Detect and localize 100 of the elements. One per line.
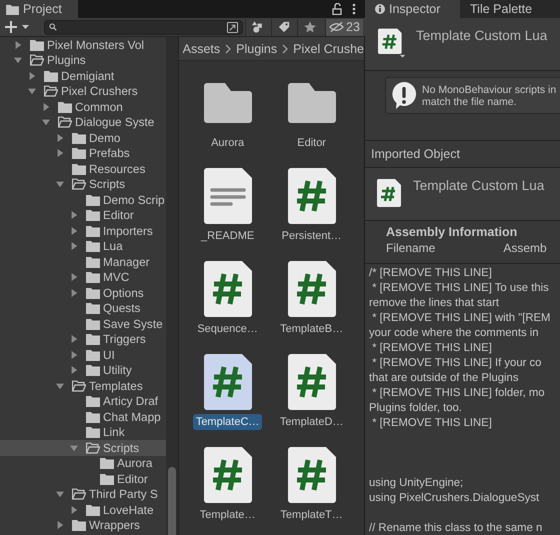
- folder-tree-item[interactable]: Demigiant: [0, 68, 166, 84]
- folder-tree-item[interactable]: Lua: [0, 238, 166, 254]
- asset-name[interactable]: TemplateD…: [276, 414, 346, 430]
- folder-name: Importers: [103, 224, 153, 238]
- tab-label: Inspector: [389, 2, 440, 16]
- folder-tree-item[interactable]: Scripts: [0, 176, 166, 192]
- project-tab[interactable]: Project: [0, 0, 78, 18]
- asset-name[interactable]: Persistent…: [278, 228, 345, 244]
- text-file-icon[interactable]: [204, 168, 252, 224]
- search-field[interactable]: [44, 20, 243, 34]
- folder-icon: [72, 519, 86, 532]
- folder-tree-item[interactable]: Save Syste: [0, 316, 166, 332]
- asset-name[interactable]: Sequence…: [194, 321, 261, 337]
- warning-icon: [391, 82, 417, 110]
- folder-tree-item[interactable]: Resources: [0, 161, 166, 176]
- asset-name[interactable]: Aurora: [208, 135, 248, 151]
- script-file-icon[interactable]: [288, 168, 336, 224]
- folder-name: Editor: [103, 208, 134, 222]
- collapsed-arrow-icon[interactable]: [28, 72, 36, 80]
- folder-icon: [86, 410, 100, 423]
- expanded-arrow-icon[interactable]: [56, 490, 64, 498]
- collapsed-arrow-icon[interactable]: [42, 102, 50, 111]
- folder-tree-item[interactable]: Editor: [0, 208, 166, 223]
- folder-tree-item[interactable]: Third Party S: [0, 486, 166, 502]
- column-header: Assemb: [503, 241, 547, 255]
- scrollbar-thumb[interactable]: [168, 467, 176, 535]
- folder-tree-item[interactable]: Articy Draf: [0, 394, 166, 409]
- folder-icon: [86, 194, 100, 206]
- folder-name: Resources: [89, 162, 146, 176]
- folder-tree-item[interactable]: Manager: [0, 254, 166, 270]
- expanded-arrow-icon[interactable]: [56, 180, 64, 188]
- folder-icon[interactable]: [204, 83, 252, 123]
- asset-name[interactable]: Template…: [196, 507, 258, 523]
- folder-tree-item[interactable]: Common: [0, 99, 166, 114]
- lock-icon[interactable]: [332, 3, 342, 15]
- asset-name[interactable]: TemplateC…: [192, 414, 262, 430]
- folder-icon: [86, 286, 100, 299]
- folder-icon: [86, 318, 100, 330]
- breadcrumb-link[interactable]: Plugins: [236, 42, 278, 56]
- inspector-tab[interactable]: Inspector: [365, 0, 460, 18]
- scrollbar[interactable]: [166, 37, 178, 535]
- folder-tree-item[interactable]: Link: [0, 424, 166, 440]
- folder-name: Prefabs: [89, 146, 130, 160]
- folder-name: Editor: [117, 472, 148, 486]
- script-file-icon[interactable]: [288, 354, 336, 410]
- search-icon: [49, 23, 57, 31]
- folder-tree-item[interactable]: Demo Scrip: [0, 192, 166, 208]
- folder-tree-item[interactable]: LoveHate: [0, 502, 166, 518]
- folder-tree-item[interactable]: Aurora: [0, 456, 166, 471]
- hidden-packages-button[interactable]: 23: [325, 18, 363, 36]
- script-file-icon[interactable]: [288, 261, 336, 317]
- asset-name[interactable]: Editor: [294, 135, 329, 151]
- tag-icon: [278, 21, 290, 33]
- folder-name: Dialogue Syste: [75, 115, 154, 130]
- folder-tree-item[interactable]: Options: [0, 285, 166, 300]
- folder-icon[interactable]: [288, 83, 336, 123]
- collapsed-arrow-icon[interactable]: [14, 40, 22, 49]
- expanded-arrow-icon[interactable]: [70, 444, 78, 452]
- code-text: /* [REMOVE THIS LINE] * [REMOVE THIS LINE] To use this remove the lines that start * [REMOVE THIS LINE] with "[REM your code where the comments in * [REMOVE THIS LINE] * [REMOVE THIS LINE] If your co that are outside of the Plugins * [REMOVE THIS LINE] folder, mo Plugins folder, too. * [REMOVE THIS LINE] using UnityEngine; using PixelCrushers.DialogueSyst // Rename this class to the same n: [369, 266, 552, 535]
- expanded-arrow-icon[interactable]: [56, 382, 64, 390]
- asset-name[interactable]: TemplateB…: [277, 321, 346, 337]
- inspector-tab[interactable]: Tile Palette: [460, 0, 560, 18]
- breadcrumb-link[interactable]: Pixel Crushe: [293, 42, 364, 56]
- script-file-icon[interactable]: [204, 261, 252, 317]
- script-file-icon[interactable]: [204, 447, 252, 503]
- folder-name: Demo Scrip: [103, 192, 165, 207]
- folder-tree-item[interactable]: Pixel Monsters Vol: [0, 37, 166, 52]
- script-file-icon[interactable]: [204, 354, 252, 410]
- more-menu-icon[interactable]: [352, 3, 356, 15]
- breadcrumb-link[interactable]: Assets: [182, 42, 220, 56]
- folder-tree-item[interactable]: Demo: [0, 130, 166, 146]
- chevron-icon: [282, 44, 288, 54]
- section-heading: Assembly Information: [386, 224, 518, 241]
- folder-name: Articy Draf: [103, 394, 158, 408]
- folder-tree-item[interactable]: Triggers: [0, 332, 166, 347]
- script-file-icon[interactable]: [288, 447, 336, 503]
- folder-name: Utility: [103, 363, 132, 378]
- asset-name[interactable]: _README: [198, 228, 258, 244]
- add-dropdown-icon[interactable]: [5, 20, 31, 34]
- folder-tree-item[interactable]: Wrappers: [0, 518, 166, 533]
- open-folder-icon: [44, 85, 58, 98]
- expand-search-icon[interactable]: [227, 22, 238, 32]
- folder-tree-item[interactable]: Pixel Crushers: [0, 84, 166, 99]
- folder-tree-item[interactable]: Utility: [0, 362, 166, 378]
- folder-tree-item[interactable]: Quests: [0, 300, 166, 316]
- asset-name[interactable]: TemplateT…: [277, 507, 346, 523]
- folder-tree-item[interactable]: Scripts: [0, 440, 166, 456]
- folder-tree-item[interactable]: MVC: [0, 270, 166, 285]
- expanded-arrow-icon[interactable]: [42, 118, 50, 126]
- tab-label: Project: [23, 2, 62, 16]
- folder-tree-item[interactable]: Plugins: [0, 52, 166, 68]
- folder-tree-item[interactable]: Editor: [0, 471, 166, 486]
- folder-tree-item[interactable]: Dialogue Syste: [0, 114, 166, 130]
- folder-tree-item[interactable]: Importers: [0, 223, 166, 238]
- expanded-arrow-icon[interactable]: [28, 87, 36, 96]
- folder-tree-item[interactable]: Templates: [0, 378, 166, 394]
- folder-tree-item[interactable]: UI: [0, 347, 166, 362]
- folder-tree-item[interactable]: Chat Mapp: [0, 409, 166, 424]
- folder-tree-item[interactable]: Prefabs: [0, 146, 166, 161]
- expanded-arrow-icon[interactable]: [14, 56, 22, 64]
